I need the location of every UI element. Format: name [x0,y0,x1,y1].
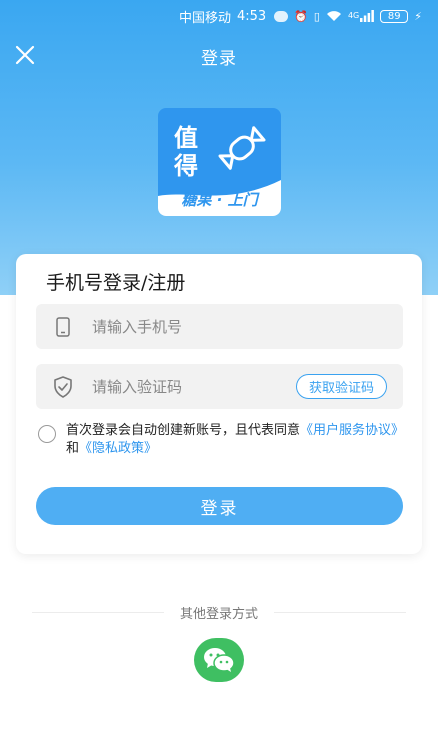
battery-icon: 89 [380,9,409,23]
login-button[interactable]: 登录 [36,487,403,525]
status-bar: 中国移动 4:53 ⏰ ▯ 4G 89 ⚡ [0,0,438,32]
phone-input[interactable] [92,304,403,349]
clock: 4:53 [237,8,267,24]
wifi-icon [326,10,342,22]
candy-icon [218,126,266,170]
user-agreement-link[interactable]: 《用户服务协议》 [300,423,404,438]
vibrate-icon: ▯ [313,9,320,23]
code-field: 获取验证码 [36,364,403,409]
page-title: 登录 [201,49,237,69]
battery-level: 89 [387,10,401,22]
agreement-row: 首次登录会自动创建新账号，且代表同意《用户服务协议》和《隐私政策》 [36,422,406,458]
divider-line-left [32,611,164,613]
privacy-policy-link[interactable]: 《隐私政策》 [79,441,157,456]
wechat-icon [204,648,235,672]
logo-tagline: 糖果 · 上门 [181,191,258,209]
carrier-label: 中国移动 [178,10,231,26]
login-card-title: 手机号登录/注册 [46,272,186,294]
wechat-login-button[interactable] [194,638,244,682]
shield-icon [52,375,74,398]
charging-icon: ⚡ [414,9,422,23]
chat-bubble-icon [274,10,289,22]
login-card: 手机号登录/注册 获取验证码 首次登录会自动创建新账号，且代表同意《用户服务协议… [16,254,422,554]
phone-icon [52,316,74,338]
agreement-checkbox[interactable] [38,425,56,443]
agreement-text: 首次登录会自动创建新账号，且代表同意《用户服务协议》和《隐私政策》 [66,422,406,458]
app-logo: 值 得 糖果 · 上门 [158,108,281,216]
network-label: 4G [347,11,360,20]
signal-icon: 4G [347,10,375,22]
other-login-label: 其他登录方式 [180,606,259,622]
agreement-and: 和 [66,441,80,456]
alarm-icon: ⏰ [294,9,308,23]
get-code-button[interactable]: 获取验证码 [295,374,387,399]
divider-line-right [274,611,407,613]
other-login-divider: 其他登录方式 [32,602,407,622]
phone-field [36,304,403,349]
agreement-prefix: 首次登录会自动创建新账号，且代表同意 [66,423,301,438]
